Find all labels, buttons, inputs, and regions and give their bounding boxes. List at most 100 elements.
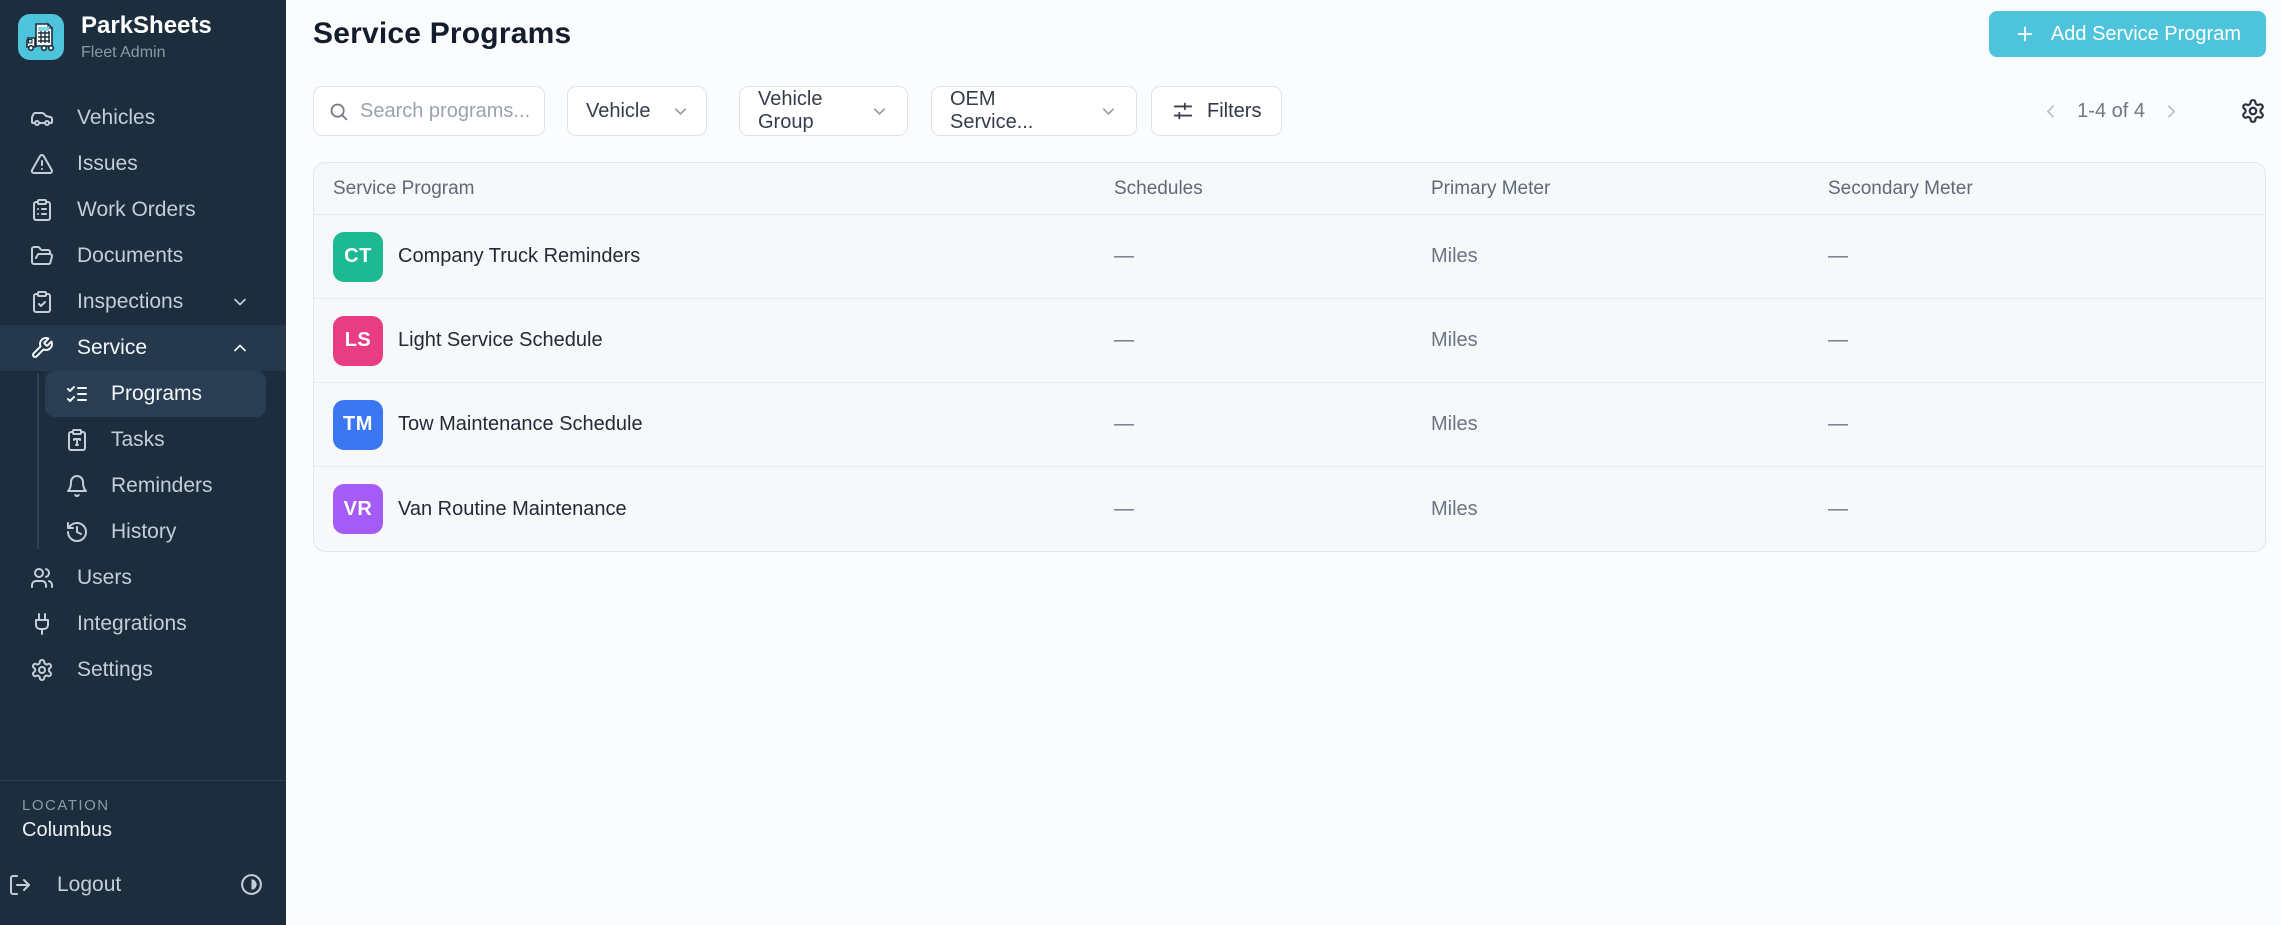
sidebar: ParkSheets Fleet Admin Vehicles Issues Wor… xyxy=(0,0,286,925)
dropdown-label: Vehicle Group xyxy=(758,88,850,134)
chevron-down-icon xyxy=(230,292,250,312)
chevron-up-icon xyxy=(230,338,250,358)
sidebar-item-issues[interactable]: Issues xyxy=(0,141,286,187)
item-label: Settings xyxy=(77,658,153,682)
dropdown-vehicle[interactable]: Vehicle xyxy=(567,86,707,136)
program-cell: VR Van Routine Maintenance xyxy=(333,484,1114,534)
item-label: Reminders xyxy=(111,474,213,498)
brand-name: ParkSheets xyxy=(81,12,212,41)
primary-meter-value: Miles xyxy=(1431,413,1828,436)
service-programs-table: Service Program Schedules Primary Meter … xyxy=(313,162,2266,552)
item-label: Work Orders xyxy=(77,198,196,222)
main-content: Service Programs Add Service Program Veh… xyxy=(286,0,2281,925)
column-header-secondary-meter: Secondary Meter xyxy=(1828,178,2265,200)
program-avatar: TM xyxy=(333,400,383,450)
item-label: Documents xyxy=(77,244,183,268)
filters-button[interactable]: Filters xyxy=(1151,86,1282,136)
page-header: Service Programs Add Service Program xyxy=(313,0,2266,57)
chevron-left-icon[interactable] xyxy=(2040,101,2061,122)
column-header-schedules: Schedules xyxy=(1114,178,1431,200)
program-avatar: VR xyxy=(333,484,383,534)
sidebar-item-users[interactable]: Users xyxy=(0,555,286,601)
location-value: Columbus xyxy=(22,819,264,842)
table-header-row: Service Program Schedules Primary Meter … xyxy=(314,163,2265,215)
item-label: Integrations xyxy=(77,612,187,636)
settings-icon xyxy=(30,658,54,682)
pagination-range: 1-4 of 4 xyxy=(2077,100,2145,123)
filters-label: Filters xyxy=(1207,100,1261,123)
dropdown-label: OEM Service... xyxy=(950,88,1079,134)
alert-triangle-icon xyxy=(30,152,54,176)
item-label: Tasks xyxy=(111,428,165,452)
wrench-icon xyxy=(30,336,54,360)
bell-icon xyxy=(65,474,88,497)
search-icon xyxy=(328,101,349,122)
sidebar-item-integrations[interactable]: Integrations xyxy=(0,601,286,647)
item-label: Users xyxy=(77,566,132,590)
subnav-item-reminders[interactable]: Reminders xyxy=(45,463,266,509)
contrast-icon[interactable] xyxy=(239,872,264,897)
schedules-value: — xyxy=(1114,413,1431,436)
item-label: Vehicles xyxy=(77,106,155,130)
program-avatar: CT xyxy=(333,232,383,282)
brand-subtitle: Fleet Admin xyxy=(81,44,212,62)
secondary-meter-value: — xyxy=(1828,329,2265,352)
primary-meter-value: Miles xyxy=(1431,498,1828,521)
sidebar-item-service[interactable]: Service xyxy=(0,325,286,371)
schedules-value: — xyxy=(1114,498,1431,521)
service-subnav: Programs Tasks Reminders History xyxy=(0,371,286,555)
dropdown-vehicle-group[interactable]: Vehicle Group xyxy=(739,86,908,136)
program-name: Light Service Schedule xyxy=(398,329,603,352)
clipboard-type-icon xyxy=(65,428,88,451)
dropdown-oem-service[interactable]: OEM Service... xyxy=(931,86,1137,136)
chevron-down-icon xyxy=(671,102,690,121)
program-name: Company Truck Reminders xyxy=(398,245,640,268)
clipboard-check-icon xyxy=(30,290,54,314)
secondary-meter-value: — xyxy=(1828,245,2265,268)
sidebar-item-vehicles[interactable]: Vehicles xyxy=(0,95,286,141)
sidebar-item-settings[interactable]: Settings xyxy=(0,647,286,693)
program-cell: CT Company Truck Reminders xyxy=(333,232,1114,282)
chevron-down-icon xyxy=(1099,102,1118,121)
table-row[interactable]: TMTow Maintenance Schedule—Miles— xyxy=(314,383,2265,467)
sidebar-item-inspections[interactable]: Inspections xyxy=(0,279,286,325)
program-name: Van Routine Maintenance xyxy=(398,498,627,521)
program-cell: TM Tow Maintenance Schedule xyxy=(333,400,1114,450)
column-header-service-program: Service Program xyxy=(333,178,1114,200)
schedules-value: — xyxy=(1114,329,1431,352)
clipboard-list-icon xyxy=(30,198,54,222)
primary-meter-value: Miles xyxy=(1431,329,1828,352)
gear-icon[interactable] xyxy=(2240,98,2266,124)
logout-button[interactable]: Logout xyxy=(8,872,264,925)
sidebar-item-work-orders[interactable]: Work Orders xyxy=(0,187,286,233)
subnav-item-programs[interactable]: Programs xyxy=(45,371,266,417)
item-label: History xyxy=(111,520,176,544)
item-label: Inspections xyxy=(77,290,183,314)
sidebar-nav: Vehicles Issues Work Orders Documents Inspec… xyxy=(0,95,286,693)
sliders-icon xyxy=(1172,100,1194,122)
schedules-value: — xyxy=(1114,245,1431,268)
table-row[interactable]: CT Company Truck Reminders —Miles— xyxy=(314,215,2265,299)
subnav-item-history[interactable]: History xyxy=(45,509,266,555)
filter-bar: Vehicle Vehicle Group OEM Service... Filte… xyxy=(313,86,2266,136)
sidebar-item-documents[interactable]: Documents xyxy=(0,233,286,279)
item-label: Issues xyxy=(77,152,138,176)
program-name: Tow Maintenance Schedule xyxy=(398,413,643,436)
subnav-item-tasks[interactable]: Tasks xyxy=(45,417,266,463)
history-icon xyxy=(65,520,88,543)
table-row[interactable]: LSLight Service Schedule—Miles— xyxy=(314,299,2265,383)
folder-open-icon xyxy=(30,244,54,268)
search-box xyxy=(313,86,545,136)
truck-spreadsheet-icon xyxy=(18,14,64,60)
add-service-program-button[interactable]: Add Service Program xyxy=(1989,11,2266,57)
chevron-right-icon[interactable] xyxy=(2161,101,2182,122)
search-input[interactable] xyxy=(360,100,530,123)
secondary-meter-value: — xyxy=(1828,498,2265,521)
brand: ParkSheets Fleet Admin xyxy=(0,0,286,62)
table-row[interactable]: VR Van Routine Maintenance —Miles— xyxy=(314,467,2265,551)
sidebar-main-items: Vehicles Issues Work Orders Documents Inspec… xyxy=(0,95,286,371)
primary-meter-value: Miles xyxy=(1431,245,1828,268)
brand-text: ParkSheets Fleet Admin xyxy=(81,12,212,62)
table-body: CTCompany Truck Reminders—Miles—LSLight … xyxy=(314,215,2265,551)
location-section: LOCATION Columbus xyxy=(0,780,286,842)
